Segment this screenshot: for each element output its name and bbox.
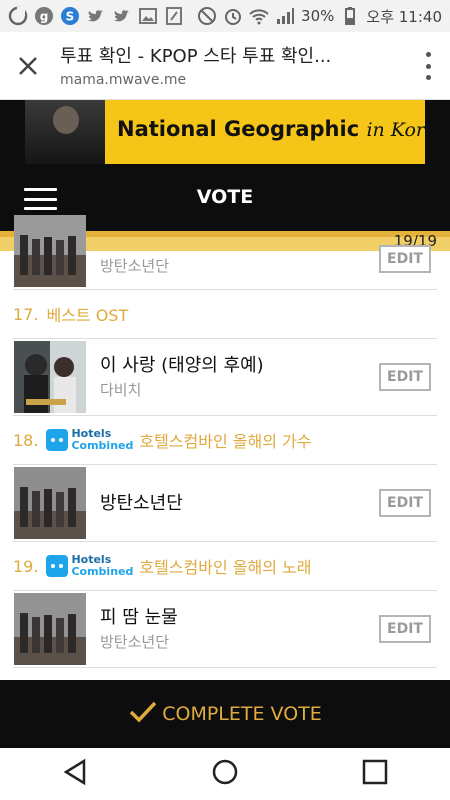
edit-button[interactable]: EDIT bbox=[379, 489, 431, 517]
notification-app-icon: g bbox=[34, 6, 54, 26]
category-title: 호텔스컴바인 올해의 노래 bbox=[139, 558, 312, 577]
gallery-icon bbox=[138, 6, 158, 26]
page-title: 투표 확인 - KPOP 스타 투표 확인... bbox=[60, 46, 332, 67]
edit-button[interactable]: EDIT bbox=[379, 615, 431, 643]
category-title: 호텔스컴바인 올해의 가수 bbox=[139, 432, 312, 451]
ad-brand: National Geographic bbox=[117, 117, 360, 141]
vote-item: 방탄소년단 EDIT bbox=[13, 464, 437, 542]
album-thumbnail bbox=[14, 215, 86, 287]
status-bar: g S 30% 오후 11:40 bbox=[0, 0, 450, 32]
vote-list: 방탄소년단 EDIT 17. 베스트 OST 이 사랑 (태양의 후예) 다비치… bbox=[13, 215, 437, 668]
album-thumbnail bbox=[14, 467, 86, 539]
header-title: VOTE bbox=[196, 186, 254, 208]
category-heading: 17. 베스트 OST bbox=[13, 290, 437, 338]
album-thumbnail bbox=[14, 341, 86, 413]
status-left-icons: g S bbox=[8, 6, 184, 26]
close-icon[interactable] bbox=[14, 52, 42, 80]
ad-model-image bbox=[25, 100, 105, 164]
category-title: 베스트 OST bbox=[46, 306, 129, 325]
clock: 오후 11:40 bbox=[366, 7, 442, 26]
do-not-disturb-icon bbox=[197, 6, 217, 26]
category-heading: 18. Hotels Combined 호텔스컴바인 올해의 가수 bbox=[13, 416, 437, 464]
edit-button[interactable]: EDIT bbox=[379, 363, 431, 391]
category-number: 19. bbox=[13, 556, 39, 576]
song-title: 이 사랑 (태양의 후예) bbox=[100, 355, 264, 376]
signal-icon bbox=[275, 6, 295, 26]
svg-text:g: g bbox=[40, 10, 49, 24]
ad-text: National Geographic in Korea bbox=[117, 117, 425, 141]
category-heading: 19. Hotels Combined 호텔스컴바인 올해의 노래 bbox=[13, 542, 437, 590]
hotelscombined-icon bbox=[46, 429, 69, 451]
battery-icon bbox=[340, 6, 360, 26]
complete-vote-label: COMPLETE VOTE bbox=[162, 703, 322, 725]
ad-banner[interactable]: National Geographic in Korea bbox=[25, 100, 425, 164]
home-circle-icon[interactable] bbox=[210, 757, 240, 791]
check-icon bbox=[128, 700, 158, 728]
notification-app-icon bbox=[8, 6, 28, 26]
twitter-icon bbox=[86, 6, 106, 26]
edit-button[interactable]: EDIT bbox=[379, 245, 431, 273]
vote-item: 방탄소년단 EDIT bbox=[13, 215, 437, 290]
sponsor-line2: Combined bbox=[71, 565, 134, 578]
vote-item: 이 사랑 (태양의 후예) 다비치 EDIT bbox=[13, 338, 437, 416]
category-number: 18. bbox=[13, 430, 39, 450]
complete-vote-button[interactable]: COMPLETE VOTE bbox=[0, 680, 450, 748]
battery-percent: 30% bbox=[301, 7, 335, 25]
alarm-icon bbox=[223, 6, 243, 26]
song-title: 방탄소년단 bbox=[100, 493, 183, 514]
file-icon bbox=[164, 6, 184, 26]
vote-item: 피 땀 눈물 방탄소년단 EDIT bbox=[13, 590, 437, 668]
song-title: 피 땀 눈물 bbox=[100, 607, 178, 628]
android-navigation-bar bbox=[0, 748, 450, 800]
svg-text:S: S bbox=[66, 10, 75, 24]
more-vert-icon[interactable] bbox=[424, 52, 432, 80]
ad-banner-strip: National Geographic in Korea bbox=[0, 100, 450, 166]
back-triangle-icon[interactable] bbox=[60, 757, 90, 791]
hotelscombined-logo: Hotels Combined bbox=[46, 554, 133, 578]
hotelscombined-logo: Hotels Combined bbox=[46, 428, 133, 452]
artist-name: 방탄소년단 bbox=[100, 633, 170, 651]
custom-tab-toolbar: 투표 확인 - KPOP 스타 투표 확인... mama.mwave.me bbox=[0, 32, 450, 100]
wifi-icon bbox=[249, 6, 269, 26]
hotelscombined-icon bbox=[46, 555, 69, 577]
recents-square-icon[interactable] bbox=[360, 757, 390, 791]
artist-name: 다비치 bbox=[100, 381, 142, 399]
notification-app-icon: S bbox=[60, 6, 80, 26]
artist-name: 방탄소년단 bbox=[100, 257, 170, 275]
category-number: 17. bbox=[13, 304, 39, 324]
album-thumbnail bbox=[14, 593, 86, 665]
status-right-icons: 30% 오후 11:40 bbox=[197, 6, 442, 27]
twitter-icon bbox=[112, 6, 132, 26]
sponsor-line2: Combined bbox=[71, 439, 134, 452]
page-url: mama.mwave.me bbox=[60, 72, 187, 88]
ad-tagline: in Korea bbox=[366, 119, 425, 141]
